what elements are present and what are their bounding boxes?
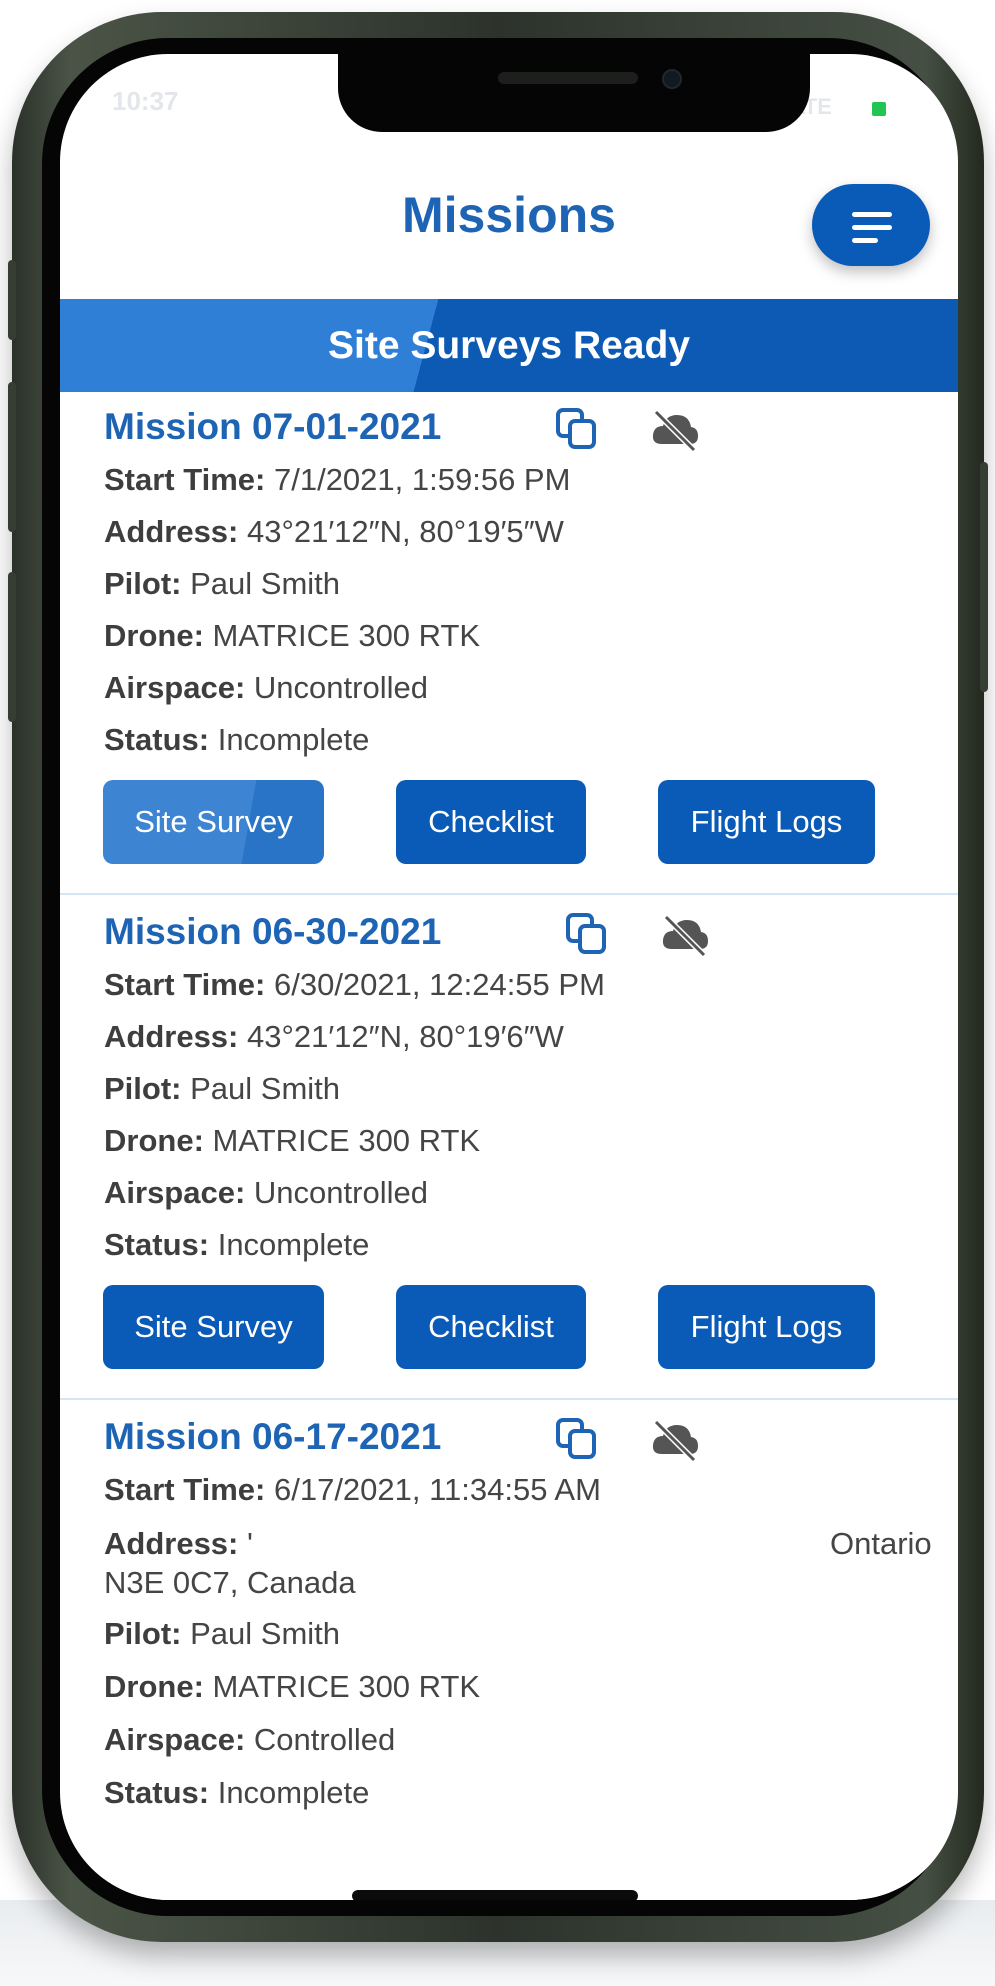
phone-frame: 10:37 LTE Missions Site Surveys Ready Mi… — [8, 12, 988, 1942]
field-start-time: Start Time: 7/1/2021, 1:59:56 PM — [104, 462, 571, 497]
power-button — [980, 462, 988, 692]
field-pilot: Pilot: Paul Smith — [104, 1616, 341, 1651]
status-time: 10:37 — [112, 86, 179, 116]
site-survey-button[interactable]: Site Survey — [103, 780, 324, 864]
cloud-off-icon[interactable] — [660, 913, 710, 957]
field-address: Address: ' — [104, 1526, 253, 1561]
home-indicator[interactable] — [352, 1890, 638, 1900]
flight-logs-button[interactable]: Flight Logs — [658, 1285, 875, 1369]
mission-card: Mission 06-17-2021 Start Time: 6/17/2021… — [60, 1402, 958, 1812]
mission-title[interactable]: Mission 07-01-2021 — [104, 406, 441, 448]
camera-icon — [662, 69, 682, 89]
field-drone: Drone: MATRICE 300 RTK — [104, 1669, 481, 1704]
menu-line — [852, 225, 892, 230]
battery-icon — [872, 102, 886, 116]
site-survey-button[interactable]: Site Survey — [103, 1285, 324, 1369]
menu-lines-icon — [852, 212, 892, 217]
field-status: Status: Incomplete — [104, 722, 370, 757]
field-status: Status: Incomplete — [104, 1775, 370, 1810]
card-divider — [60, 1398, 958, 1400]
cloud-off-icon[interactable] — [650, 408, 700, 452]
mission-card: Mission 06-30-2021 Start Time: 6/30/2021… — [60, 897, 958, 1402]
checklist-button[interactable]: Checklist — [396, 780, 586, 864]
volume-up-button — [8, 382, 16, 532]
checklist-button[interactable]: Checklist — [396, 1285, 586, 1369]
field-airspace: Airspace: Uncontrolled — [104, 1175, 428, 1210]
field-start-time: Start Time: 6/30/2021, 12:24:55 PM — [104, 967, 605, 1002]
field-address: Address: 43°21′12″N, 80°19′6″W — [104, 1019, 564, 1054]
copy-icon[interactable] — [554, 1416, 600, 1462]
address-line-2: N3E 0C7, Canada — [104, 1565, 356, 1600]
mission-title[interactable]: Mission 06-30-2021 — [104, 911, 441, 953]
mission-card: Mission 07-01-2021 Start Time: 7/1/2021,… — [60, 392, 958, 897]
field-start-time: Start Time: 6/17/2021, 11:34:55 AM — [104, 1472, 601, 1507]
field-airspace: Airspace: Controlled — [104, 1722, 396, 1757]
copy-icon[interactable] — [554, 406, 600, 452]
field-status: Status: Incomplete — [104, 1227, 370, 1262]
field-airspace: Airspace: Uncontrolled — [104, 670, 428, 705]
banner-label: Site Surveys Ready — [327, 324, 691, 367]
card-divider — [60, 893, 958, 895]
field-drone: Drone: MATRICE 300 RTK — [104, 1123, 481, 1158]
address-region: Ontario — [830, 1526, 932, 1561]
field-address: Address: 43°21′12″N, 80°19′5″W — [104, 514, 564, 549]
flight-logs-button[interactable]: Flight Logs — [658, 780, 875, 864]
volume-down-button — [8, 572, 16, 722]
mission-title[interactable]: Mission 06-17-2021 — [104, 1416, 441, 1458]
field-pilot: Pilot: Paul Smith — [104, 566, 341, 601]
copy-icon[interactable] — [564, 911, 610, 957]
home-area — [60, 1812, 958, 1900]
field-pilot: Pilot: Paul Smith — [104, 1071, 341, 1106]
notch — [338, 54, 810, 132]
mission-list[interactable]: Mission 07-01-2021 Start Time: 7/1/2021,… — [60, 392, 958, 1812]
speaker — [498, 72, 638, 84]
menu-line — [852, 238, 878, 243]
section-banner: Site Surveys Ready — [60, 299, 958, 392]
phone-screen: 10:37 LTE Missions Site Surveys Ready Mi… — [60, 54, 958, 1900]
menu-button[interactable] — [812, 184, 930, 266]
mute-switch — [8, 260, 16, 340]
cloud-off-icon[interactable] — [650, 1418, 700, 1462]
field-drone: Drone: MATRICE 300 RTK — [104, 618, 481, 653]
